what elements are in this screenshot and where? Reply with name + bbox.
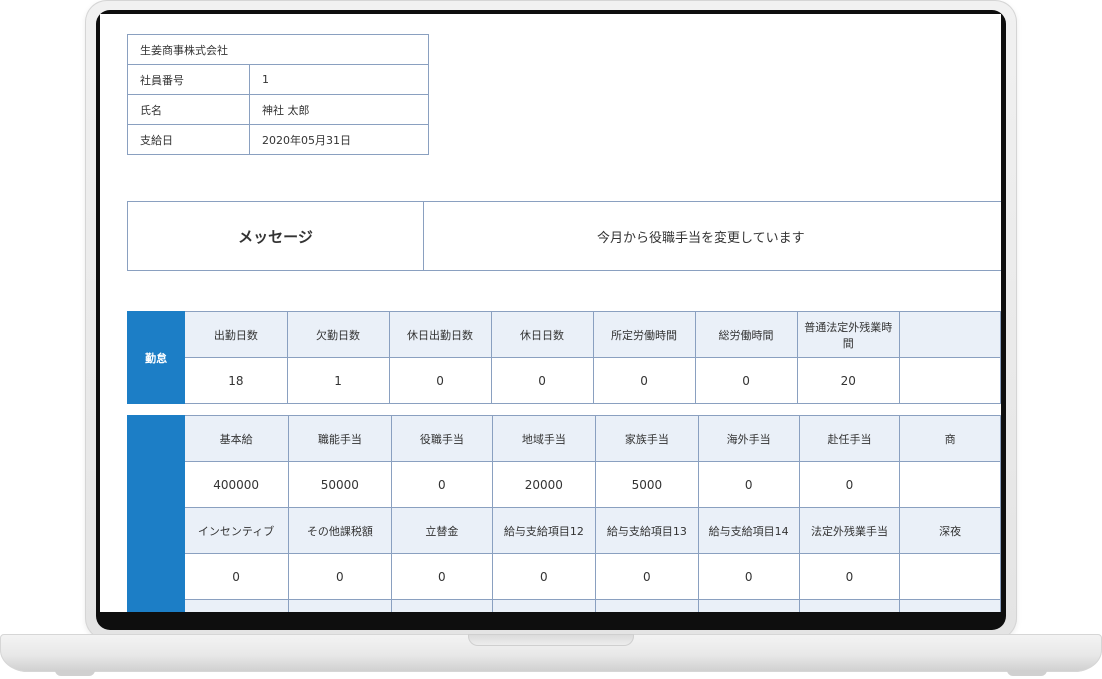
table-value-cell: 18 — [184, 357, 288, 404]
employee-info-table: 生姜商事株式会社 社員番号 1 氏名 神社 太郎 支給日 2020年05月31日 — [127, 34, 429, 155]
payment-value-row: 400000 50000 0 20000 5000 0 0 — [128, 461, 1001, 508]
table-header-cell: 地域手当 — [491, 415, 597, 462]
payment-header-row: 支給 基本給 職能手当 役職手当 地域手当 家族手当 海外手当 赴任手当 商 — [127, 415, 1001, 612]
table-header-cell: 出勤日数 — [184, 311, 288, 358]
company-name: 生姜商事株式会社 — [127, 34, 429, 65]
info-label: 支給日 — [127, 124, 250, 155]
table-header-cell — [183, 599, 289, 612]
table-header-cell — [595, 599, 699, 612]
message-box: メッセージ 今月から役職手当を変更しています — [127, 201, 1001, 271]
table-header-cell — [798, 599, 901, 612]
table-header-cell: 給与支給項目13 — [595, 507, 699, 554]
info-value: 神社 太郎 — [249, 94, 429, 125]
table-value-cell: 0 — [287, 553, 393, 600]
table-header-cell: 家族手当 — [595, 415, 699, 462]
table-header-cell: 法定外残業手当 — [798, 507, 901, 554]
attendance-value-row: 18 1 0 0 0 0 20 — [128, 357, 1001, 404]
table-value-cell: 0 — [391, 553, 493, 600]
table-value-cell: 0 — [490, 357, 594, 404]
table-value-cell — [899, 553, 1001, 600]
payment-value-row: 0 0 0 0 0 0 0 — [128, 553, 1001, 600]
laptop-notch — [468, 634, 634, 646]
table-header-cell — [491, 599, 597, 612]
payment-header-row: インセンティブ その他課税額 立替金 給与支給項目12 給与支給項目13 給与支… — [128, 507, 1001, 554]
attendance-header-row: 勤怠 出勤日数 欠勤日数 休日出勤日数 休日日数 所定労働時間 総労働時間 普通… — [126, 311, 1001, 404]
payment-header-row — [128, 599, 1001, 612]
table-value-cell: 0 — [592, 357, 696, 404]
table-header-cell: その他課税額 — [287, 507, 393, 554]
table-header-cell: 赴任手当 — [798, 415, 901, 462]
attendance-table: 勤怠 出勤日数 欠勤日数 休日出勤日数 休日日数 所定労働時間 総労働時間 普通… — [126, 311, 1001, 404]
payment-section-label: 支給 — [127, 415, 185, 612]
info-label: 氏名 — [127, 94, 250, 125]
table-header-cell: 休日日数 — [490, 311, 594, 358]
table-header-cell: 給与支給項目12 — [491, 507, 597, 554]
table-header-cell: 総労働時間 — [694, 311, 798, 358]
table-value-cell — [898, 357, 1001, 404]
table-value-cell: 50000 — [287, 461, 393, 508]
table-header-cell: 普通法定外残業時間 — [796, 311, 900, 358]
table-header-cell — [898, 311, 1001, 358]
attendance-section-label: 勤怠 — [126, 311, 186, 404]
table-header-cell: 所定労働時間 — [592, 311, 696, 358]
table-header-cell: 給与支給項目14 — [697, 507, 800, 554]
table-header-cell: 立替金 — [391, 507, 493, 554]
info-value: 1 — [249, 64, 429, 95]
table-header-cell: 欠勤日数 — [286, 311, 390, 358]
table-value-cell: 1 — [286, 357, 390, 404]
table-value-cell: 400000 — [183, 461, 289, 508]
laptop-foot-right — [1007, 670, 1047, 676]
table-value-cell: 0 — [694, 357, 798, 404]
table-value-cell: 0 — [798, 553, 901, 600]
table-header-cell — [697, 599, 800, 612]
table-header-cell — [899, 599, 1001, 612]
table-value-cell: 0 — [183, 553, 289, 600]
company-row: 生姜商事株式会社 — [127, 34, 429, 65]
table-value-cell: 20 — [796, 357, 900, 404]
table-header-cell: 役職手当 — [391, 415, 493, 462]
table-header-cell: インセンティブ — [183, 507, 289, 554]
payment-table: 支給 基本給 職能手当 役職手当 地域手当 家族手当 海外手当 赴任手当 商 4… — [127, 415, 1001, 612]
info-value: 2020年05月31日 — [249, 124, 429, 155]
table-value-cell — [899, 461, 1001, 508]
laptop-foot-left — [55, 670, 95, 676]
table-value-cell: 0 — [491, 553, 597, 600]
table-header-cell: 休日出勤日数 — [388, 311, 492, 358]
laptop-screen: 生姜商事株式会社 社員番号 1 氏名 神社 太郎 支給日 2020年05月31日… — [100, 14, 1001, 612]
table-value-cell: 5000 — [595, 461, 699, 508]
table-header-cell: 基本給 — [183, 415, 289, 462]
table-header-cell: 職能手当 — [287, 415, 393, 462]
table-value-cell: 0 — [697, 553, 800, 600]
info-label: 社員番号 — [127, 64, 250, 95]
table-header-cell: 深夜 — [899, 507, 1001, 554]
table-value-cell: 0 — [798, 461, 901, 508]
table-value-cell: 0 — [595, 553, 699, 600]
table-header-cell: 商 — [899, 415, 1001, 462]
table-header-cell — [287, 599, 393, 612]
table-value-cell: 0 — [697, 461, 800, 508]
message-text: 今月から役職手当を変更しています — [597, 230, 805, 246]
table-header-cell — [391, 599, 493, 612]
table-value-cell: 0 — [391, 461, 493, 508]
info-row-pay-date: 支給日 2020年05月31日 — [127, 124, 429, 155]
info-row-employee-number: 社員番号 1 — [127, 64, 429, 95]
info-row-name: 氏名 神社 太郎 — [127, 94, 429, 125]
message-label: メッセージ — [128, 202, 424, 270]
table-value-cell: 20000 — [491, 461, 597, 508]
table-header-cell: 海外手当 — [697, 415, 800, 462]
table-value-cell: 0 — [388, 357, 492, 404]
